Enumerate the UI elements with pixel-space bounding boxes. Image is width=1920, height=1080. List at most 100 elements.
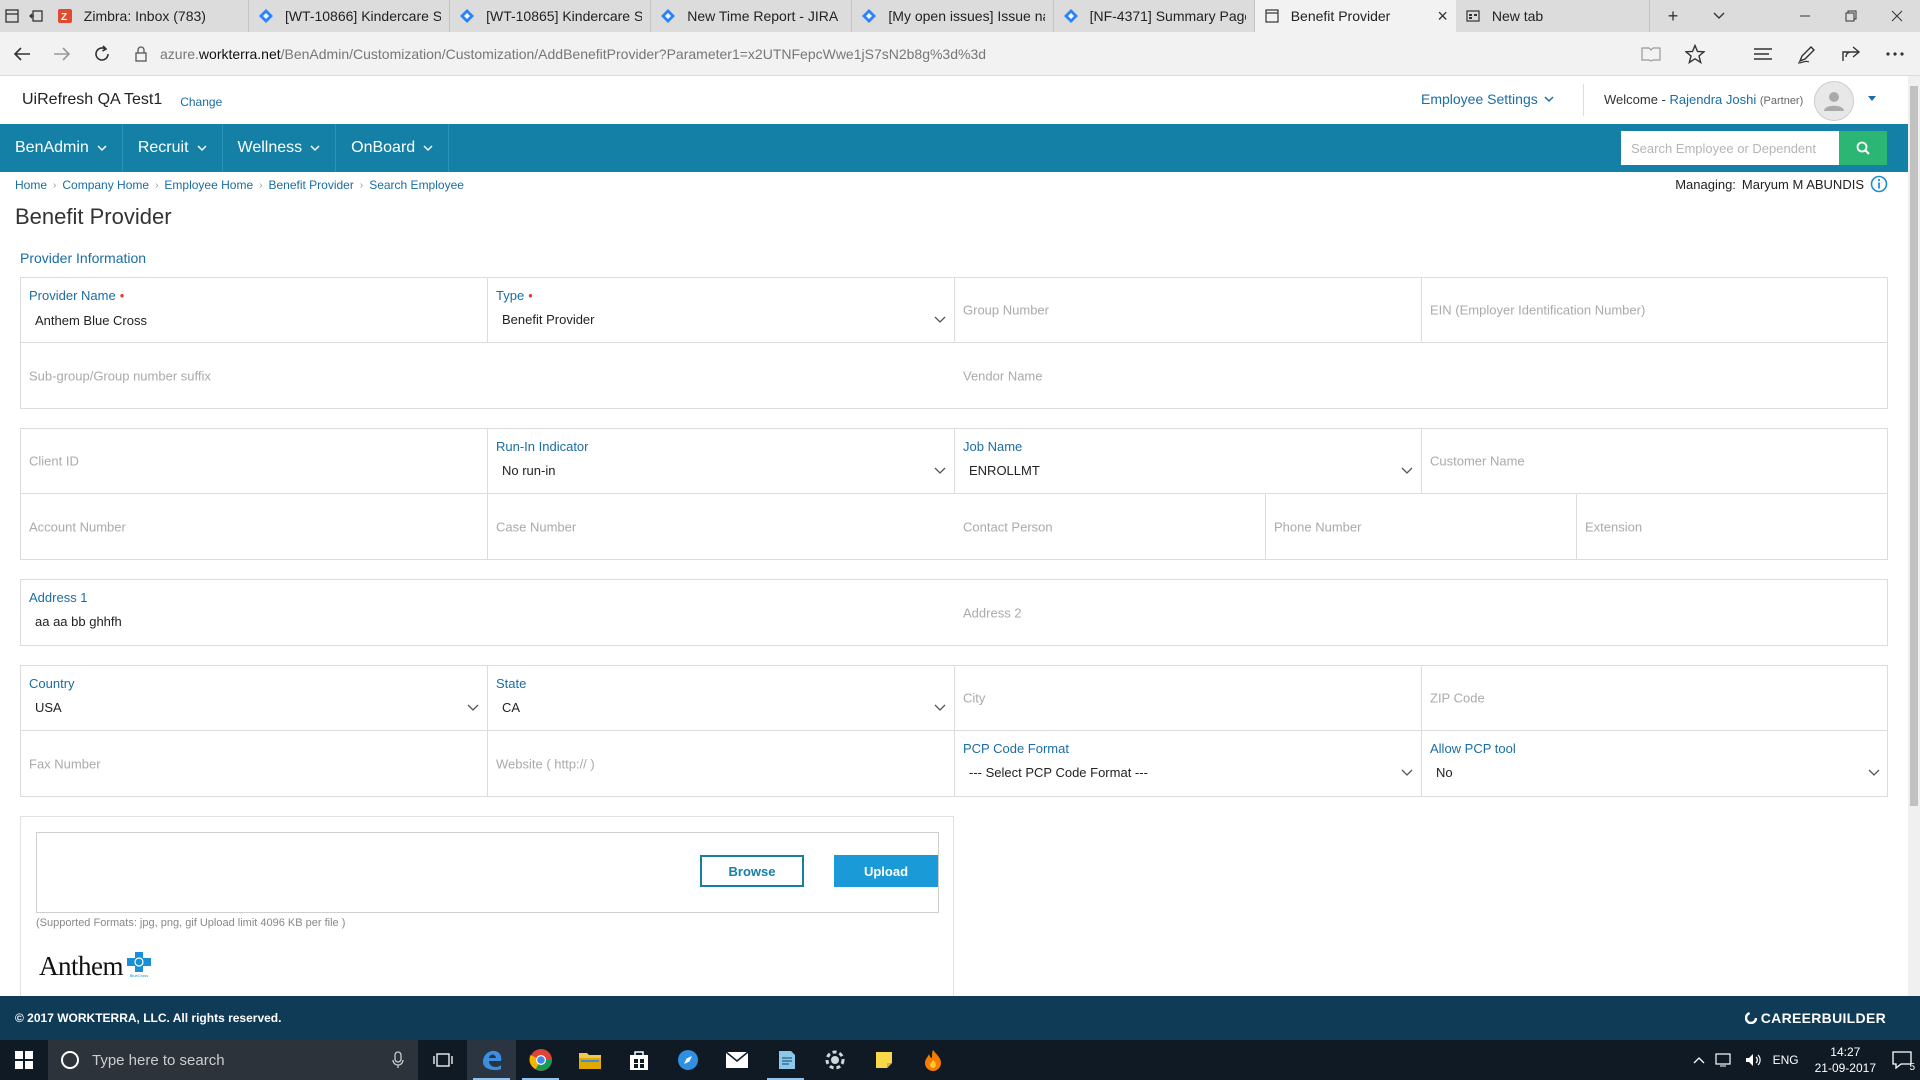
- phone-number-field[interactable]: Phone Number: [1266, 494, 1577, 559]
- breadcrumb-benefit-provider[interactable]: Benefit Provider: [268, 178, 353, 192]
- refresh-icon[interactable]: [84, 36, 120, 72]
- more-menu-icon[interactable]: [1880, 39, 1910, 69]
- info-icon[interactable]: [1870, 175, 1888, 193]
- safari-icon[interactable]: [663, 1040, 712, 1080]
- app-tool-icon[interactable]: [810, 1040, 859, 1080]
- page-scrollbar[interactable]: [1908, 76, 1920, 996]
- careerbuilder-mark-icon: [1744, 1012, 1757, 1024]
- client-id-field[interactable]: Client ID: [21, 429, 488, 493]
- group-number-field[interactable]: Group Number: [955, 278, 1422, 342]
- input-language[interactable]: ENG: [1773, 1053, 1799, 1067]
- sticky-notes-icon[interactable]: [859, 1040, 908, 1080]
- hub-icon[interactable]: [1748, 39, 1778, 69]
- run-in-select[interactable]: Run-In Indicator No run-in: [488, 429, 955, 493]
- browser-tab-jira-10866[interactable]: [WT-10866] Kindercare Sum: [249, 0, 451, 32]
- address2-field[interactable]: Address 2: [955, 580, 1888, 645]
- file-drop-area[interactable]: Browse Upload: [36, 832, 939, 913]
- app-notepad-icon[interactable]: [761, 1040, 810, 1080]
- browser-tab-time-report[interactable]: New Time Report - JIRA: [651, 0, 853, 32]
- microphone-icon[interactable]: [392, 1051, 404, 1069]
- restore-icon[interactable]: [1828, 10, 1874, 22]
- close-tab-icon[interactable]: ×: [1431, 6, 1448, 27]
- browser-tab-benefit-provider[interactable]: Benefit Provider ×: [1254, 0, 1456, 32]
- state-select[interactable]: State CA: [488, 666, 955, 730]
- store-icon[interactable]: [614, 1040, 663, 1080]
- search-button[interactable]: [1839, 131, 1887, 165]
- lock-icon[interactable]: [134, 45, 148, 62]
- welcome-text: Welcome - Rajendra Joshi (Partner): [1604, 92, 1803, 107]
- avatar[interactable]: [1814, 81, 1854, 121]
- favorite-star-icon[interactable]: [1680, 39, 1710, 69]
- type-select[interactable]: Type • Benefit Provider: [488, 278, 955, 342]
- app-flame-icon[interactable]: [908, 1040, 957, 1080]
- taskbar-clock[interactable]: 14:27 21-09-2017: [1815, 1044, 1876, 1076]
- new-tab-plus-icon[interactable]: +: [1650, 6, 1696, 27]
- mail-icon[interactable]: [712, 1040, 761, 1080]
- minimize-icon[interactable]: [1782, 10, 1828, 22]
- browser-tab-zimbra[interactable]: Z Zimbra: Inbox (783): [48, 0, 249, 32]
- employee-settings-menu[interactable]: Employee Settings: [1421, 91, 1554, 107]
- tray-chevron-up-icon[interactable]: [1693, 1056, 1705, 1064]
- forward-arrow-icon[interactable]: [44, 36, 80, 72]
- url-field[interactable]: azure. workterra.net/BenAdmin/Customizati…: [134, 46, 986, 62]
- nav-recruit[interactable]: Recruit: [123, 124, 223, 172]
- notifications-icon[interactable]: 5: [1892, 1051, 1915, 1073]
- user-silhouette-icon: [1824, 92, 1844, 111]
- nav-benadmin[interactable]: BenAdmin: [0, 124, 123, 172]
- case-number-field[interactable]: Case Number: [488, 494, 955, 559]
- website-field[interactable]: Website ( http:// ): [488, 731, 955, 796]
- nav-onboard[interactable]: OnBoard: [336, 124, 450, 172]
- set-aside-tabs-icon[interactable]: [24, 0, 48, 32]
- fax-field[interactable]: Fax Number: [21, 731, 488, 796]
- browser-tab-open-issues[interactable]: [My open issues] Issue navig: [852, 0, 1054, 32]
- network-icon[interactable]: [1714, 1052, 1735, 1068]
- edge-browser-icon[interactable]: [467, 1040, 516, 1080]
- city-field[interactable]: City: [955, 666, 1422, 730]
- copyright-text: © 2017 WORKTERRA, LLC. All rights reserv…: [15, 1011, 282, 1025]
- job-name-select[interactable]: Job Name ENROLLMT: [955, 429, 1422, 493]
- upload-button[interactable]: Upload: [834, 855, 938, 887]
- address1-field[interactable]: Address 1 aa aa bb ghhfh: [21, 580, 955, 645]
- customer-name-field[interactable]: Customer Name: [1422, 429, 1888, 493]
- provider-name-field[interactable]: Provider Name • Anthem Blue Cross: [21, 278, 488, 342]
- blue-cross-icon: BlueCross: [125, 951, 153, 978]
- volume-icon[interactable]: [1745, 1052, 1763, 1068]
- zip-field[interactable]: ZIP Code: [1422, 666, 1888, 730]
- taskbar-search[interactable]: Type here to search: [48, 1040, 418, 1080]
- back-arrow-icon[interactable]: [4, 36, 40, 72]
- ein-field[interactable]: EIN (Employer Identification Number): [1422, 278, 1888, 342]
- chrome-icon[interactable]: [516, 1040, 565, 1080]
- change-company-link[interactable]: Change: [180, 95, 222, 109]
- close-window-icon[interactable]: [1874, 10, 1920, 22]
- avatar-caret-icon[interactable]: [1867, 94, 1877, 102]
- browser-tab-new[interactable]: New tab: [1456, 0, 1651, 32]
- scrollbar-thumb[interactable]: [1910, 86, 1918, 806]
- country-select[interactable]: Country USA: [21, 666, 488, 730]
- user-name-link[interactable]: Rajendra Joshi: [1670, 92, 1757, 107]
- breadcrumb-home[interactable]: Home: [15, 178, 47, 192]
- vendor-name-field[interactable]: Vendor Name: [955, 343, 1888, 408]
- share-icon[interactable]: [1836, 39, 1866, 69]
- tab-manager-icon[interactable]: [0, 0, 24, 32]
- web-note-pen-icon[interactable]: [1792, 39, 1822, 69]
- subgroup-field[interactable]: Sub-group/Group number suffix: [21, 343, 955, 408]
- task-view-icon[interactable]: [418, 1040, 467, 1080]
- allow-pcp-select[interactable]: Allow PCP tool No: [1422, 731, 1888, 796]
- pcp-format-select[interactable]: PCP Code Format --- Select PCP Code Form…: [955, 731, 1422, 796]
- reading-view-icon[interactable]: [1636, 39, 1666, 69]
- contact-person-field[interactable]: Contact Person: [955, 494, 1266, 559]
- browser-tab-jira-10865[interactable]: [WT-10865] Kindercare Sum: [450, 0, 652, 32]
- tab-preview-chevron-icon[interactable]: [1696, 11, 1742, 21]
- breadcrumb-search-employee[interactable]: Search Employee: [369, 178, 464, 192]
- breadcrumb-employee-home[interactable]: Employee Home: [164, 178, 253, 192]
- windows-start-icon[interactable]: [0, 1040, 48, 1080]
- file-explorer-icon[interactable]: [565, 1040, 614, 1080]
- browse-button[interactable]: Browse: [700, 855, 804, 887]
- breadcrumb-company-home[interactable]: Company Home: [62, 178, 149, 192]
- extension-field[interactable]: Extension: [1577, 494, 1888, 559]
- field-label: Type •: [496, 288, 533, 303]
- browser-tab-nf-4371[interactable]: [NF-4371] Summary Page>:: [1054, 0, 1255, 32]
- employee-search-input[interactable]: [1621, 131, 1839, 165]
- account-number-field[interactable]: Account Number: [21, 494, 488, 559]
- nav-wellness[interactable]: Wellness: [223, 124, 337, 172]
